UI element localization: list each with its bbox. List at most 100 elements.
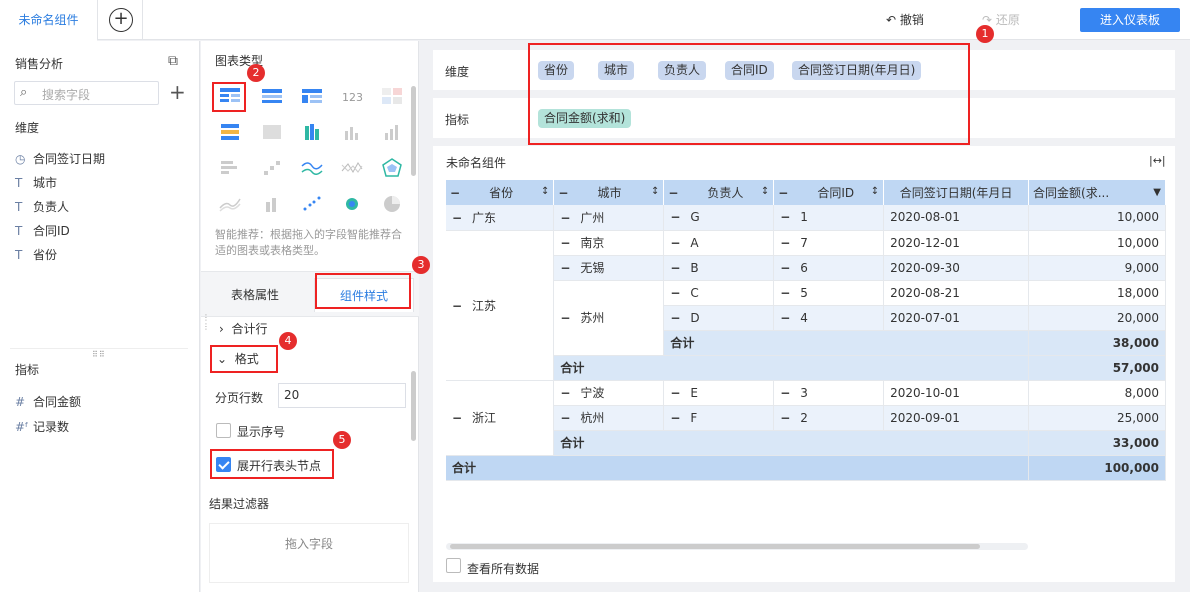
heat-table-chart-icon[interactable]	[217, 121, 243, 143]
sort-desc-icon[interactable]: ▼	[1153, 187, 1161, 198]
column-header-amount[interactable]: 合同金额(求... ▼	[1028, 180, 1166, 205]
collapse-icon[interactable]: −	[560, 261, 570, 275]
add-tab-button[interactable]: +	[109, 8, 133, 32]
map-chart-icon[interactable]	[259, 121, 285, 143]
kpi-card-chart-icon[interactable]	[379, 85, 405, 107]
cell-city: − 宁波	[553, 380, 665, 406]
sort-icon[interactable]: ↕	[871, 186, 879, 197]
collapse-icon[interactable]: −	[670, 386, 680, 400]
stacked-column-chart-icon[interactable]	[259, 193, 285, 215]
field-item-contract-id[interactable]: T 合同ID	[15, 222, 70, 239]
cell-owner: − F	[663, 405, 775, 431]
collapse-icon[interactable]: −	[452, 211, 462, 225]
collapse-icon[interactable]: −	[780, 236, 790, 250]
grouped-column-chart-icon[interactable]	[379, 121, 405, 143]
collapse-icon[interactable]: −	[780, 386, 790, 400]
subtotal-amount: 57,000	[1028, 355, 1166, 381]
widget-preview: 未命名组件 |↔| − 省份 ↕ − 城市 ↕ − 负责人 ↕ − 合同ID ↕ 合同签…	[433, 146, 1175, 582]
kpi-number-chart-icon[interactable]: 123	[339, 85, 365, 107]
grand-total-label: 合计	[446, 455, 1030, 481]
collapse-icon[interactable]: −	[560, 386, 570, 400]
collapse-icon[interactable]: −	[780, 261, 790, 275]
cell-text: A	[690, 235, 699, 250]
stacked-bar-chart-icon[interactable]	[299, 121, 325, 143]
annotation-badge-3: 3	[412, 256, 430, 274]
resize-handle[interactable]: ⠿⠿	[92, 350, 106, 359]
text-type-icon: T	[15, 248, 23, 262]
field-item-contract-amount[interactable]: # 合同金额	[15, 393, 81, 410]
column-header-contract-id[interactable]: − 合同ID ↕	[773, 180, 885, 205]
radar-line-chart-icon[interactable]	[339, 157, 365, 179]
add-field-button[interactable]: +	[169, 81, 186, 103]
cell-date: 2020-08-21	[883, 280, 1030, 306]
collapse-icon[interactable]: −	[560, 311, 570, 325]
header-label: 合同ID	[817, 186, 855, 200]
cell-date: 2020-10-01	[883, 380, 1030, 406]
collapse-icon[interactable]: −	[780, 210, 790, 224]
field-item-province[interactable]: T 省份	[15, 246, 57, 263]
show-serial-checkbox[interactable]	[216, 423, 231, 438]
collapse-icon[interactable]: −	[670, 411, 680, 425]
collapse-icon[interactable]: −	[780, 311, 790, 325]
expand-width-icon[interactable]: |↔|	[1149, 154, 1166, 167]
scatter-chart-icon[interactable]	[299, 193, 325, 215]
collapse-icon[interactable]: −	[778, 186, 788, 200]
cell-text: 7	[800, 235, 808, 250]
chart-type-scrollbar[interactable]	[411, 86, 416, 176]
collapse-icon[interactable]: −	[452, 299, 462, 313]
collapse-icon[interactable]: −	[560, 236, 570, 250]
collapse-icon[interactable]: −	[558, 186, 568, 200]
result-filter-dropzone[interactable]: 拖入字段	[209, 523, 409, 583]
line-chart-icon[interactable]	[299, 157, 325, 179]
tab-unnamed-component[interactable]: 未命名组件	[0, 0, 98, 41]
pivot-table: − 省份 ↕ − 城市 ↕ − 负责人 ↕ − 合同ID ↕ 合同签订日期(年月日 合同…	[446, 180, 1166, 481]
collapse-icon[interactable]: −	[560, 211, 570, 225]
radar-chart-icon[interactable]	[379, 157, 405, 179]
bubble-chart-icon[interactable]	[339, 193, 365, 215]
resize-handle[interactable]: ⋮ ⋮	[202, 313, 210, 331]
field-item-record-count[interactable]: #ᶠ 记录数	[15, 418, 69, 435]
style-scrollbar[interactable]	[411, 371, 416, 441]
switch-dataset-icon[interactable]: ⧉	[168, 53, 178, 69]
collapse-icon[interactable]: −	[560, 411, 570, 425]
cross-table-chart-icon[interactable]	[299, 85, 325, 107]
sort-icon[interactable]: ↕	[651, 186, 659, 197]
step-chart-icon[interactable]	[259, 157, 285, 179]
subtotal-row-section[interactable]: › 合计行	[219, 320, 267, 337]
cell-amount: 25,000	[1028, 405, 1166, 431]
sort-icon[interactable]: ↕	[541, 186, 549, 197]
collapse-icon[interactable]: −	[670, 261, 680, 275]
collapse-icon[interactable]: −	[780, 286, 790, 300]
column-header-owner[interactable]: − 负责人 ↕	[663, 180, 775, 205]
collapse-icon[interactable]: −	[670, 210, 680, 224]
scrollbar-thumb[interactable]	[450, 544, 980, 549]
cell-text: 广州	[580, 210, 605, 225]
column-header-contract-date[interactable]: 合同签订日期(年月日	[883, 180, 1030, 205]
view-all-data-checkbox[interactable]	[446, 558, 461, 573]
sort-icon[interactable]: ↕	[761, 186, 769, 197]
bar-chart-icon[interactable]	[217, 157, 243, 179]
group-table-chart-icon[interactable]	[259, 85, 285, 107]
collapse-icon[interactable]: −	[450, 186, 460, 200]
field-item-contract-date[interactable]: ◷ 合同签订日期	[15, 150, 105, 167]
column-header-city[interactable]: − 城市 ↕	[553, 180, 665, 205]
collapse-icon[interactable]: −	[670, 236, 680, 250]
enter-dashboard-button[interactable]: 进入仪表板	[1080, 8, 1180, 32]
page-rows-input[interactable]: 20	[278, 383, 406, 408]
collapse-icon[interactable]: −	[670, 311, 680, 325]
tab-table-attributes[interactable]: 表格属性	[231, 286, 279, 303]
collapse-icon[interactable]: −	[452, 411, 462, 425]
field-item-owner[interactable]: T 负责人	[15, 198, 69, 215]
area-chart-icon[interactable]	[217, 193, 243, 215]
horizontal-scrollbar[interactable]	[446, 543, 1028, 550]
column-header-province[interactable]: − 省份 ↕	[446, 180, 555, 205]
field-item-city[interactable]: T 城市	[15, 174, 57, 191]
column-chart-icon[interactable]	[339, 121, 365, 143]
undo-button[interactable]: ↶ 撤销	[886, 11, 924, 28]
field-search-input[interactable]: ⌕ 搜索字段	[14, 81, 159, 105]
text-type-icon: T	[15, 224, 23, 238]
collapse-icon[interactable]: −	[780, 411, 790, 425]
collapse-icon[interactable]: −	[670, 286, 680, 300]
pie-chart-icon[interactable]	[379, 193, 405, 215]
collapse-icon[interactable]: −	[668, 186, 678, 200]
